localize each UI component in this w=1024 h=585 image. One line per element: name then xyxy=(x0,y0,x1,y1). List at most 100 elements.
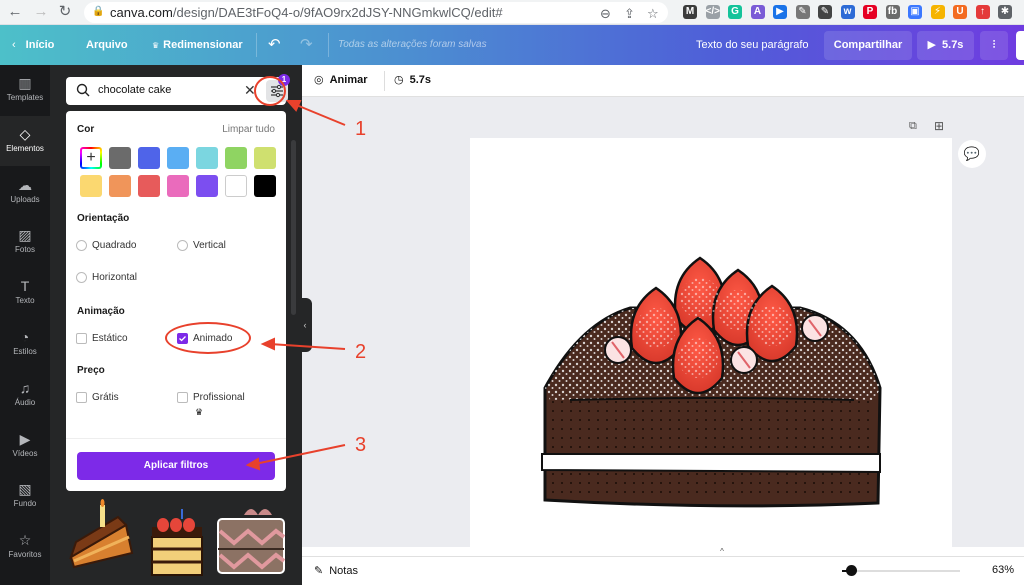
static-checkbox[interactable]: Estático xyxy=(76,333,128,345)
sidebar: ▥ Templates ◇ Elementos ☁ Uploads ▨ Fotos T Texto… xyxy=(0,65,50,585)
color-swatch[interactable] xyxy=(167,175,189,197)
save-status: Todas as alterações foram salvas xyxy=(338,39,487,50)
color-swatch[interactable] xyxy=(225,175,247,197)
present-button[interactable]: ▶ 5.7s xyxy=(917,31,974,60)
divider xyxy=(328,33,329,57)
music-icon: ♫ xyxy=(19,379,31,396)
address-bar[interactable]: 🔒 canva.com/design/DAE3tFoQ4-o/9fAO9rx2d… xyxy=(84,2,668,23)
pinterest-ext-icon[interactable]: P xyxy=(863,5,877,19)
add-comment-icon[interactable]: 💬 xyxy=(958,140,986,168)
eyedropper-ext-icon[interactable]: ✎ xyxy=(795,5,810,19)
sidebar-item-favoritos[interactable]: ☆ Favoritos xyxy=(0,522,50,572)
sidebar-item-uploads[interactable]: ☁ Uploads xyxy=(0,167,50,217)
share-button[interactable]: Compartilhar xyxy=(824,31,912,60)
clear-all-link[interactable]: Limpar tudo xyxy=(222,124,275,135)
annotation-label-1: 1 xyxy=(355,118,367,140)
wp-ext-icon[interactable]: w xyxy=(840,5,855,19)
free-checkbox[interactable]: Grátis xyxy=(76,392,119,404)
file-menu-button[interactable]: Arquivo xyxy=(86,25,128,65)
sidebar-item-templates[interactable]: ▥ Templates xyxy=(0,65,50,115)
zoom-slider-handle[interactable] xyxy=(846,565,858,576)
sidebar-item-audio[interactable]: ♫ Áudio xyxy=(0,370,50,420)
sidebar-item-fundo[interactable]: ▧ Fundo xyxy=(0,471,50,521)
puzzle-ext-icon[interactable]: ✱ xyxy=(998,5,1012,19)
zoom-level[interactable]: 63% xyxy=(992,564,1014,576)
sidebar-item-elementos[interactable]: ◇ Elementos xyxy=(0,115,50,166)
color-swatch[interactable] xyxy=(109,147,131,169)
sidebar-item-videos[interactable]: ▶ Vídeos xyxy=(0,421,50,471)
layer-cake-slice-thumbnail[interactable] xyxy=(151,509,203,576)
color-swatch[interactable] xyxy=(138,175,160,197)
annotation-label-3: 3 xyxy=(355,434,367,456)
bolt-ext-icon[interactable]: ⚡ xyxy=(930,5,945,19)
color-swatch[interactable] xyxy=(254,175,276,197)
play-ext-icon[interactable]: ▶ xyxy=(773,5,787,19)
palette-icon: ◔ xyxy=(20,329,30,345)
sidebar-item-estilos[interactable]: ◔ Estilos xyxy=(0,319,50,369)
card-ext-icon[interactable]: ▣ xyxy=(908,5,922,19)
duplicate-page-icon[interactable]: ⧉ xyxy=(909,120,917,133)
zoom-out-icon[interactable]: ⊖ xyxy=(600,6,611,22)
orientation-square-radio[interactable]: Quadrado xyxy=(76,240,136,252)
home-button[interactable]: ‹ Início xyxy=(12,25,54,65)
color-swatch[interactable] xyxy=(138,147,160,169)
notes-button[interactable]: ✎ Notas xyxy=(314,564,358,577)
redo-icon[interactable]: ↷ xyxy=(300,25,313,65)
search-results xyxy=(69,499,286,576)
filter-button[interactable]: 1 xyxy=(266,74,290,102)
orientation-section-title: Orientação xyxy=(77,213,130,224)
sidebar-item-fotos[interactable]: ▨ Fotos xyxy=(0,217,50,267)
elements-icon: ◇ xyxy=(19,125,31,142)
orientation-horizontal-radio[interactable]: Horizontal xyxy=(76,272,137,284)
chocolate-cake-graphic[interactable] xyxy=(470,138,952,548)
zoom-slider[interactable] xyxy=(842,565,960,576)
color-swatch[interactable] xyxy=(167,147,189,169)
grammarly-ext-icon[interactable]: G xyxy=(728,5,742,19)
chart-ext-icon[interactable]: A xyxy=(750,5,765,19)
fb-ext-icon[interactable]: fb xyxy=(885,5,900,19)
undo-icon[interactable]: ↶ xyxy=(268,25,281,65)
u-ext-icon[interactable]: U xyxy=(953,5,967,19)
code-ext-icon[interactable]: </> xyxy=(705,5,720,19)
reload-icon[interactable]: ↻ xyxy=(56,3,74,21)
design-page[interactable] xyxy=(470,138,952,548)
divider xyxy=(256,33,257,57)
play-icon: ▶ xyxy=(927,39,937,51)
back-icon[interactable]: ← xyxy=(6,3,24,21)
colorpicker-ext-icon[interactable]: ✎ xyxy=(818,5,832,19)
color-swatch[interactable] xyxy=(109,175,131,197)
custom-color-button[interactable]: + xyxy=(80,147,102,169)
filter-count-badge: 1 xyxy=(278,74,290,86)
color-swatch[interactable] xyxy=(196,147,218,169)
account-button[interactable] xyxy=(1016,31,1024,60)
apply-filters-button[interactable]: Aplicar filtros xyxy=(77,452,275,480)
color-swatch[interactable] xyxy=(225,147,247,169)
collapse-panel-handle[interactable]: ‹ xyxy=(298,298,312,352)
panel-scrollbar[interactable] xyxy=(291,140,296,315)
bookmark-star-icon[interactable]: ☆ xyxy=(647,6,659,22)
clear-search-icon[interactable]: ✕ xyxy=(244,82,256,99)
sidebar-item-texto[interactable]: T Texto xyxy=(0,268,50,318)
share-icon[interactable]: ⇪ xyxy=(624,6,635,22)
upload-ext-icon[interactable]: ↑ xyxy=(975,5,990,19)
add-page-icon[interactable]: ⊞ xyxy=(934,119,944,133)
price-section-title: Preço xyxy=(77,365,105,376)
timing-button[interactable]: ◷ 5.7s xyxy=(394,73,431,86)
resize-button[interactable]: ♛ Redimensionar xyxy=(152,25,243,65)
document-title[interactable]: Texto do seu parágrafo xyxy=(696,25,809,65)
search-input[interactable]: chocolate cake ✕ 1 xyxy=(66,74,290,105)
cake-slice-thumbnail[interactable] xyxy=(69,499,134,569)
insights-button[interactable]: ⫶ xyxy=(980,31,1008,60)
photo-icon: ▨ xyxy=(18,227,32,244)
orientation-vertical-radio[interactable]: Vertical xyxy=(177,240,226,252)
m-ext-icon[interactable]: M xyxy=(683,5,697,19)
animate-button[interactable]: ◎ Animar xyxy=(314,73,368,86)
pro-checkbox[interactable]: Profissional xyxy=(177,392,245,404)
color-swatch[interactable] xyxy=(196,175,218,197)
elements-panel: chocolate cake ✕ 1 Cor Limpar tudo + Ori… xyxy=(50,65,302,585)
color-swatch[interactable] xyxy=(254,147,276,169)
color-swatch[interactable] xyxy=(80,175,102,197)
divider xyxy=(384,71,385,91)
forward-icon[interactable]: → xyxy=(32,3,50,21)
decorated-cake-thumbnail[interactable] xyxy=(217,509,286,574)
